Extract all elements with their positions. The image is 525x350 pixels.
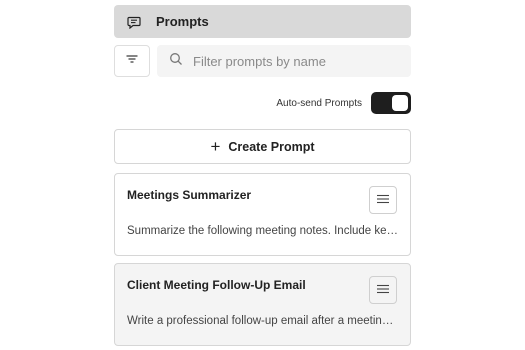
prompt-title: Meetings Summarizer [127,188,252,202]
create-prompt-button[interactable]: + Create Prompt [114,129,411,164]
create-prompt-label: Create Prompt [228,139,315,154]
prompt-card[interactable]: Client Meeting Follow-Up Email Write a p… [114,263,411,346]
filter-icon [125,52,139,70]
auto-send-label: Auto-send Prompts [276,97,362,109]
page-title: Prompts [156,14,209,29]
prompts-header: Prompts [114,5,411,38]
search-box[interactable] [157,45,411,77]
chat-bubble-icon [126,14,142,30]
auto-send-row: Auto-send Prompts [276,92,411,114]
auto-send-toggle[interactable] [371,92,411,114]
prompt-menu-button[interactable] [369,186,397,214]
search-input[interactable] [193,53,403,69]
prompts-panel: Prompts Auto-send Prompts + Create Promp… [114,0,411,350]
search-icon [169,52,183,71]
hamburger-icon [377,281,389,299]
filter-button[interactable] [114,45,150,77]
toggle-knob [392,95,408,111]
hamburger-icon [377,191,389,209]
prompt-menu-button[interactable] [369,276,397,304]
prompt-title: Client Meeting Follow-Up Email [127,278,306,292]
plus-icon: + [210,137,221,156]
prompt-card[interactable]: Meetings Summarizer Summarize the follow… [114,173,411,256]
prompt-description: Summarize the following meeting notes. I… [127,225,399,237]
prompt-description: Write a professional follow-up email aft… [127,315,399,327]
